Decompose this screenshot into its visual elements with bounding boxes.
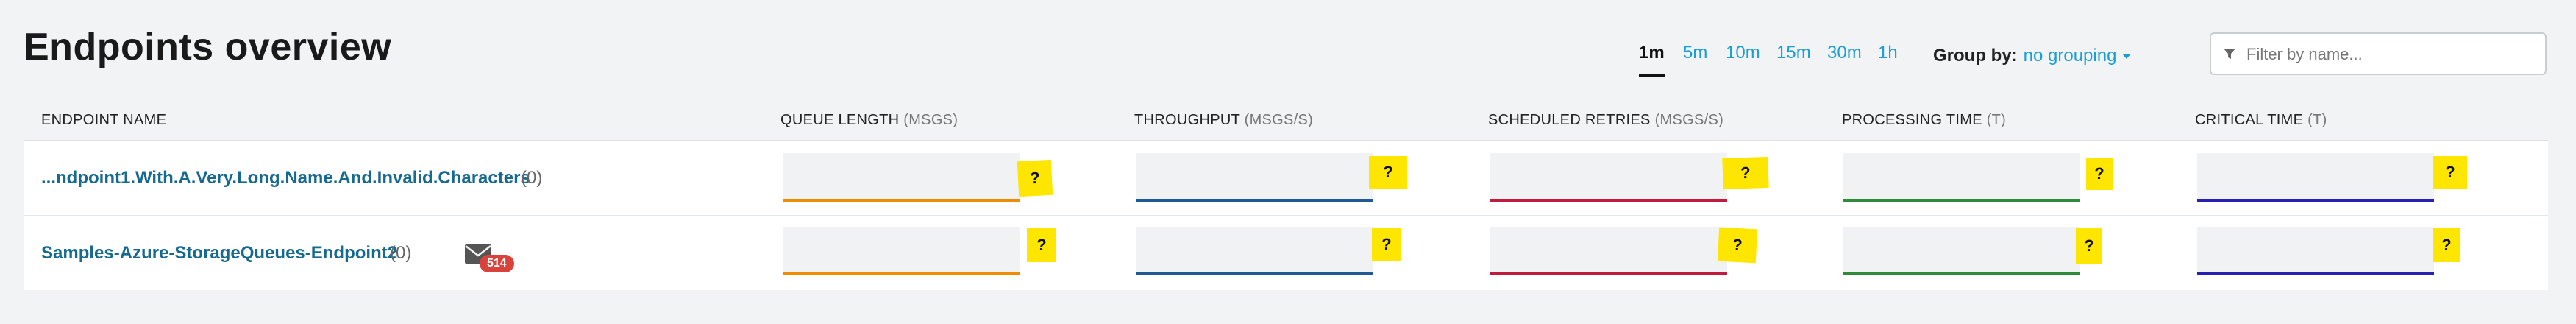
critical-time-line [2197,199,2434,202]
filter-icon [2224,49,2235,59]
filter-input[interactable] [2245,41,2535,68]
column-header-throughput: THROUGHPUT (MSGS/S) [1134,112,1313,129]
processing-time-sparkline [1843,227,2080,275]
processing-time-sparkline [1843,153,2080,202]
period-15m[interactable]: 15m [1776,43,1811,74]
scheduled-retries-sparkline [1490,227,1727,275]
column-label: PROCESSING TIME [1842,112,1982,128]
critical-time-sparkline [2197,227,2434,275]
column-unit: (T) [2308,112,2327,128]
endpoint-count: (0) [521,168,543,188]
endpoint-count: (0) [390,243,412,263]
queue-length-value: ? [1027,228,1056,262]
critical-time-line [2197,272,2434,275]
throughput-value: ? [1372,228,1401,261]
processing-time-value: ? [2076,228,2102,264]
column-label: QUEUE LENGTH [780,112,900,128]
caret-down-icon[interactable] [2122,54,2132,60]
period-30m[interactable]: 30m [1827,43,1862,74]
scheduled-retries-line [1490,199,1727,202]
scheduled-retries-value: ? [1722,156,1769,190]
table-row: Samples-Azure-StorageQueues-Endpoint2 (0… [24,216,2548,290]
queue-length-sparkline [783,153,1020,202]
column-label: ENDPOINT NAME [41,112,167,128]
group-by-label: Group by: [1933,46,2018,66]
processing-time-line [1843,272,2080,275]
group-by: Group by: no grouping [1933,46,2132,66]
throughput-sparkline [1136,227,1373,275]
queue-length-value: ? [1017,159,1053,197]
throughput-line [1136,272,1373,275]
period-1m[interactable]: 1m [1639,43,1665,77]
processing-time-line [1843,199,2080,202]
column-unit: (MSGS) [903,112,958,128]
table-row: ...ndpoint1.With.A.Very.Long.Name.And.In… [24,141,2548,216]
group-by-dropdown[interactable]: no grouping [2024,46,2132,66]
queue-length-line [783,199,1020,202]
throughput-line [1136,199,1373,202]
column-header-endpoint-name: ENDPOINT NAME [41,112,166,129]
endpoint-name-link[interactable]: ...ndpoint1.With.A.Very.Long.Name.And.In… [41,168,530,189]
critical-time-sparkline [2197,153,2434,202]
throughput-sparkline [1136,153,1373,202]
filter-box [2210,32,2547,75]
column-unit: (T) [1986,112,2007,128]
critical-time-value: ? [2433,156,2467,189]
scheduled-retries-sparkline [1490,153,1727,202]
processing-time-value: ? [2086,158,2113,190]
queue-length-sparkline [783,227,1020,275]
period-5m[interactable]: 5m [1683,43,1707,74]
column-header-critical-time: CRITICAL TIME (T) [2195,112,2327,129]
column-header-processing-time: PROCESSING TIME (T) [1842,112,2006,129]
column-unit: (MSGS/S) [1654,112,1724,128]
period-1h[interactable]: 1h [1878,43,1898,74]
column-header-scheduled-retries: SCHEDULED RETRIES (MSGS/S) [1488,112,1723,129]
pending-messages-indicator[interactable]: 514 [465,244,516,274]
period-10m[interactable]: 10m [1726,43,1760,74]
pending-messages-badge: 514 [480,255,514,272]
endpoints-table: ...ndpoint1.With.A.Very.Long.Name.And.In… [24,140,2548,290]
column-header-queue-length: QUEUE LENGTH (MSGS) [780,112,958,129]
column-label: SCHEDULED RETRIES [1488,112,1651,128]
page-title: Endpoints overview [24,26,392,68]
throughput-value: ? [1369,156,1407,189]
column-label: THROUGHPUT [1134,112,1240,128]
scheduled-retries-line [1490,272,1727,275]
queue-length-line [783,272,1020,275]
column-unit: (MSGS/S) [1244,112,1314,128]
endpoint-name-link[interactable]: Samples-Azure-StorageQueues-Endpoint2 [41,243,397,264]
scheduled-retries-value: ? [1717,227,1758,264]
critical-time-value: ? [2433,228,2460,262]
column-label: CRITICAL TIME [2195,112,2304,128]
group-by-value[interactable]: no grouping [2024,46,2117,66]
